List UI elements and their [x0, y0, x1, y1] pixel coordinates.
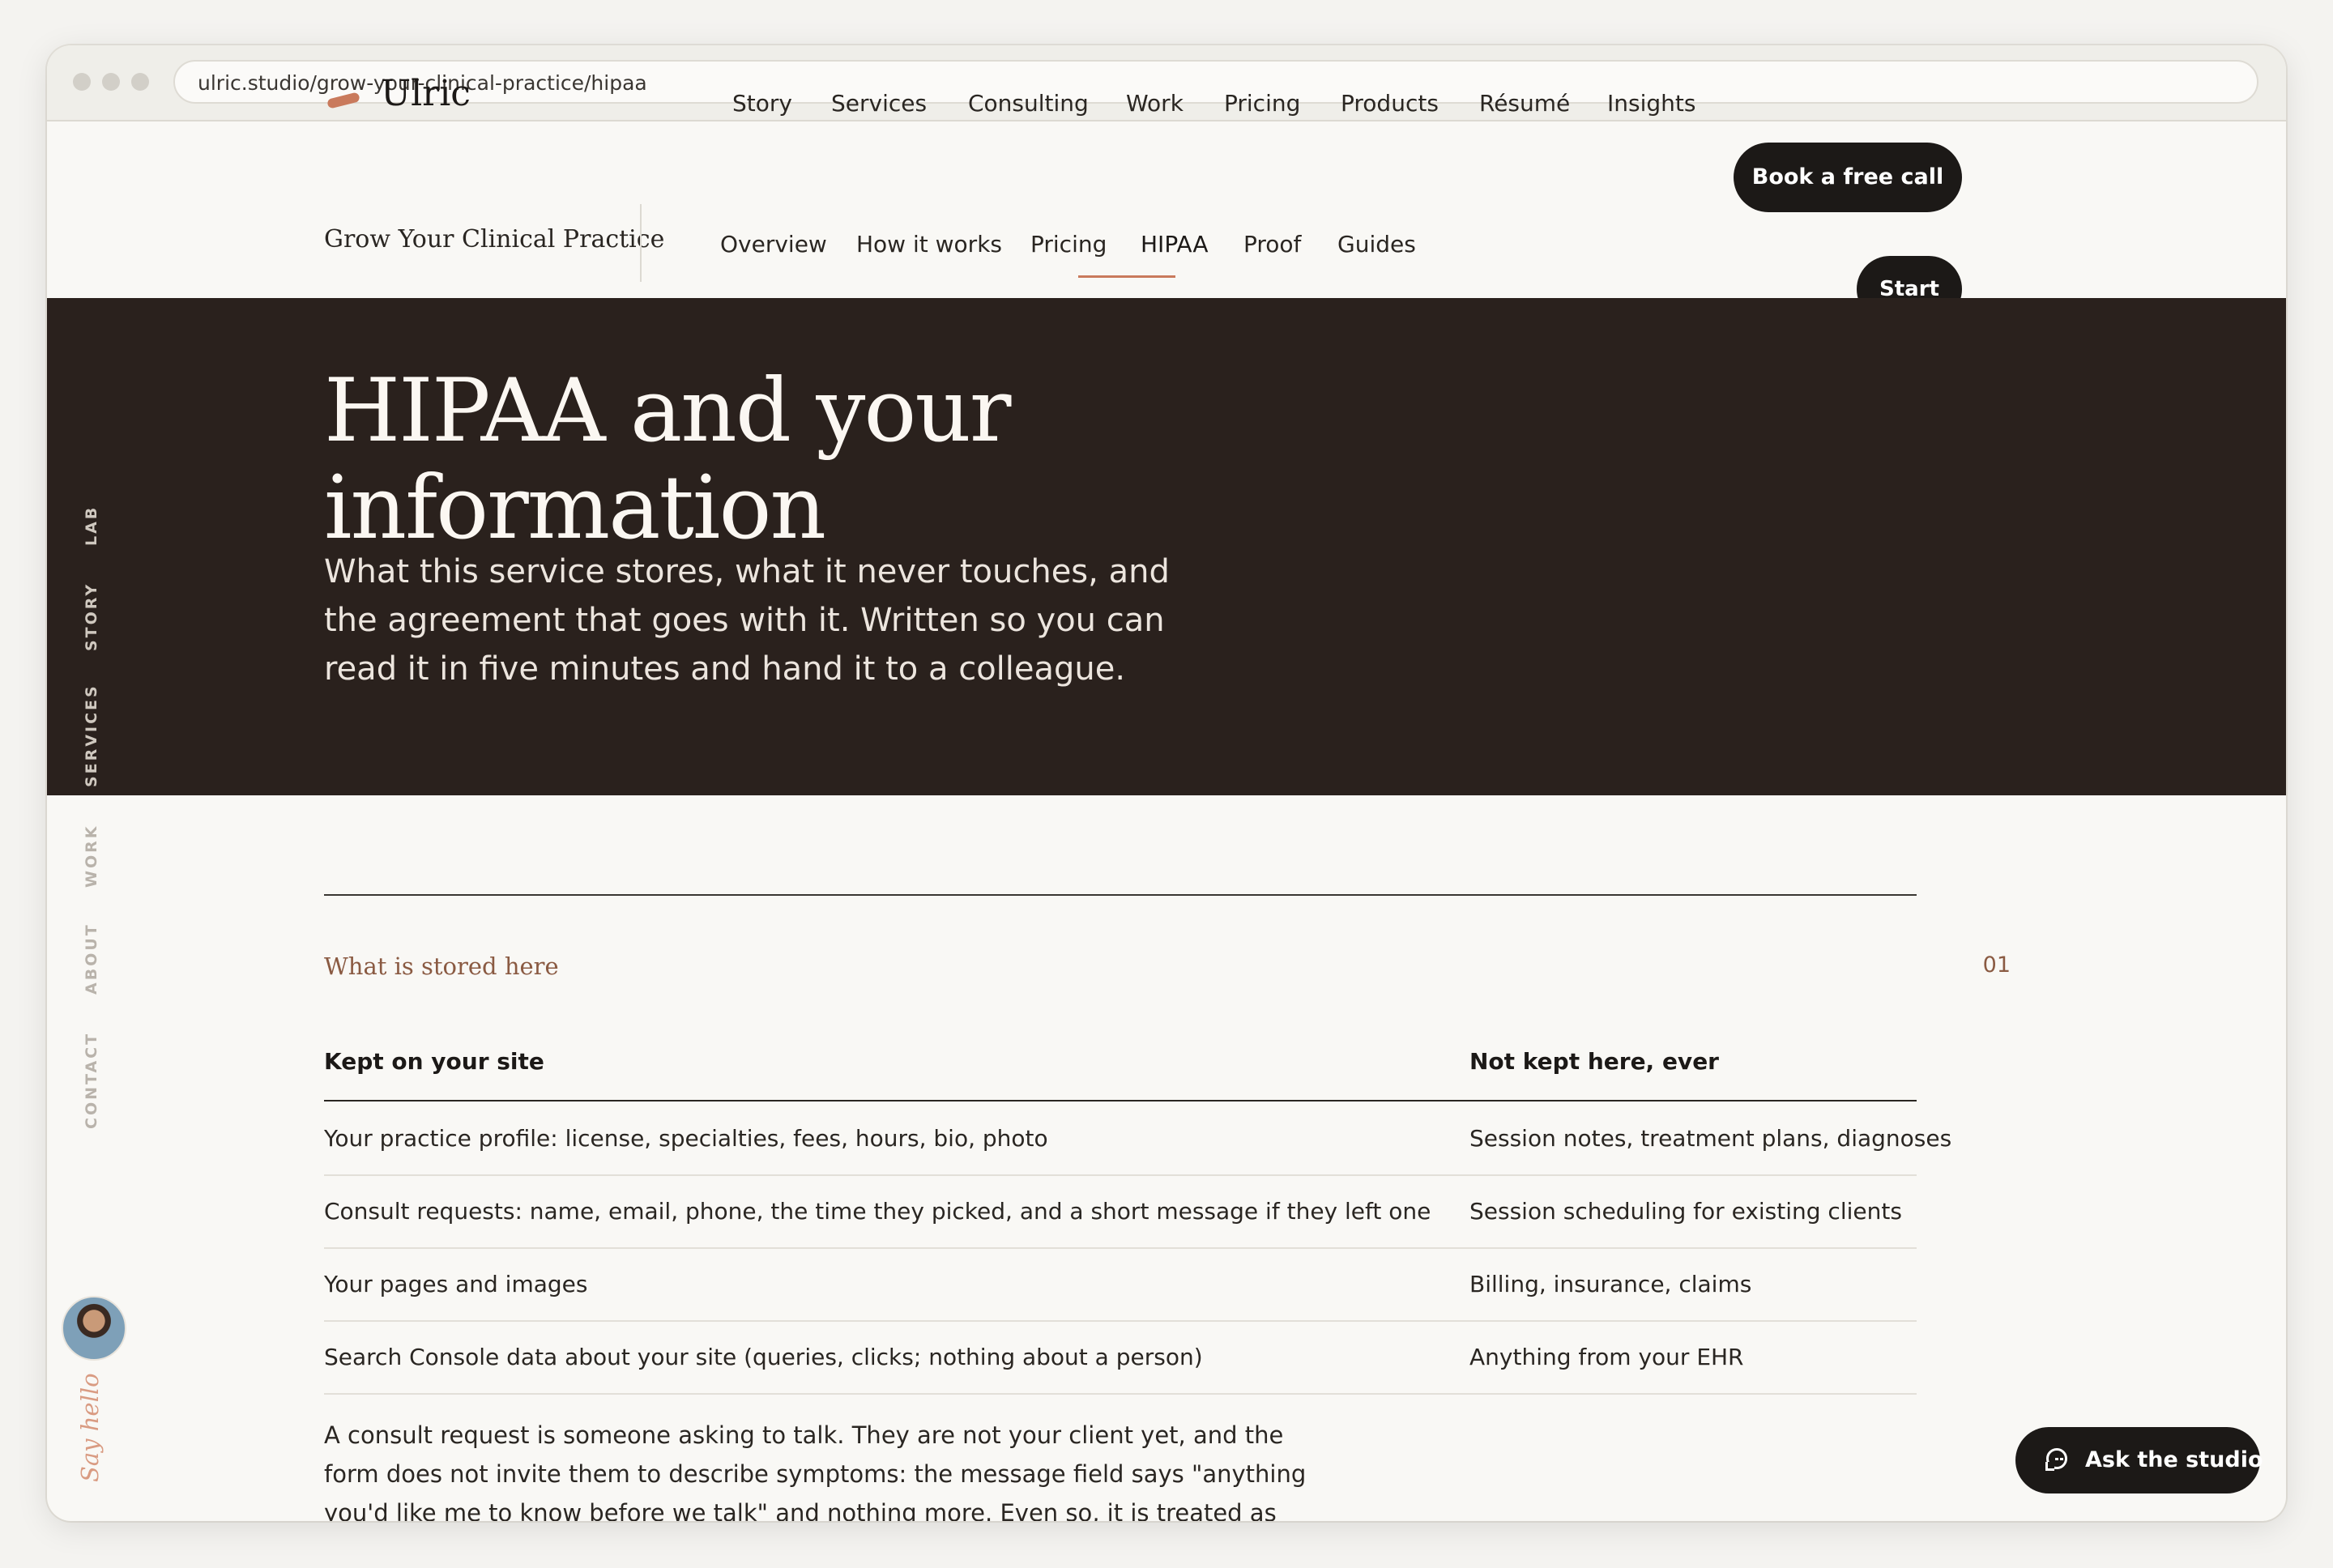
subnav-active-indicator [1078, 275, 1175, 278]
say-hello-link[interactable]: Say hello [76, 1373, 104, 1482]
hero-title-line2: information [324, 458, 826, 559]
rail-about[interactable]: ABOUT [83, 922, 100, 995]
paragraph-clip: A consult request is someone asking to t… [47, 1400, 2286, 1521]
rail-contact[interactable]: CONTACT [83, 1032, 100, 1129]
table-row: Your pages and images Billing, insurance… [324, 1247, 1917, 1322]
subnav-how-it-works[interactable]: How it works [856, 230, 1002, 259]
consult-paragraph: A consult request is someone asking to t… [324, 1421, 1307, 1521]
rail-story[interactable]: STORY [83, 582, 100, 651]
nav-resume[interactable]: Résumé [1479, 87, 1570, 120]
table-cell-kept: Your pages and images [324, 1271, 588, 1297]
subnav-title[interactable]: Grow Your Clinical Practice [324, 224, 664, 256]
table-cell-not-kept: Session scheduling for existing clients [1469, 1198, 1902, 1225]
table-cell-kept: Search Console data about your site (que… [324, 1344, 1203, 1370]
avatar[interactable] [62, 1296, 126, 1361]
nav-insights[interactable]: Insights [1607, 87, 1695, 120]
nav-pricing[interactable]: Pricing [1224, 87, 1300, 120]
hero-subtitle: What this service stores, what it never … [324, 553, 1170, 688]
nav-consulting[interactable]: Consulting [968, 87, 1089, 120]
ask-studio-label: Ask the studio [2085, 1447, 2263, 1472]
table-cell-not-kept: Billing, insurance, claims [1469, 1271, 1752, 1297]
rail-work[interactable]: WORK [83, 824, 100, 888]
window-close-dot[interactable] [73, 73, 91, 91]
table-row: Consult requests: name, email, phone, th… [324, 1174, 1917, 1249]
subnav-proof[interactable]: Proof [1243, 230, 1301, 259]
nav-products[interactable]: Products [1341, 87, 1439, 120]
subnav-guides[interactable]: Guides [1337, 230, 1416, 259]
table-cell-not-kept: Anything from your EHR [1469, 1344, 1744, 1370]
table-header-not-kept: Not kept here, ever [1469, 1048, 1719, 1075]
address-bar[interactable]: ulric.studio/grow-your-clinical-practice… [173, 60, 2258, 104]
nav-work[interactable]: Work [1126, 87, 1184, 120]
logo-text[interactable]: Ulric [381, 70, 471, 118]
rail-services[interactable]: SERVICES [83, 684, 100, 787]
section-rule [324, 894, 1917, 896]
ask-studio-button[interactable]: Ask the studio [2015, 1427, 2263, 1493]
nav-story[interactable]: Story [732, 87, 792, 120]
table-cell-kept: Your practice profile: license, specialt… [324, 1125, 1048, 1152]
subnav-divider [640, 204, 642, 282]
subnav-overview[interactable]: Overview [720, 230, 827, 259]
table-cell-not-kept: Session notes, treatment plans, diagnose… [1469, 1125, 1952, 1152]
book-call-button[interactable]: Book a free call [1734, 143, 1962, 212]
subnav-pricing[interactable]: Pricing [1030, 230, 1107, 259]
hero-title: HIPAA and your information [324, 363, 1377, 557]
table-cell-kept: Consult requests: name, email, phone, th… [324, 1198, 1431, 1225]
section-number: 01 [1982, 952, 2011, 978]
window-minimize-dot[interactable] [102, 73, 120, 91]
table-row: Search Console data about your site (que… [324, 1320, 1917, 1395]
table-row: Your practice profile: license, specialt… [324, 1101, 1951, 1176]
subnav-hipaa[interactable]: HIPAA [1141, 230, 1209, 259]
chat-icon [2045, 1448, 2067, 1471]
window-maximize-dot[interactable] [131, 73, 149, 91]
rail-lab[interactable]: LAB [83, 505, 100, 546]
hero-title-line1: HIPAA and your [324, 360, 1012, 462]
nav-services[interactable]: Services [831, 87, 927, 120]
section-label: What is stored here [324, 952, 559, 980]
table-header-kept: Kept on your site [324, 1048, 544, 1075]
